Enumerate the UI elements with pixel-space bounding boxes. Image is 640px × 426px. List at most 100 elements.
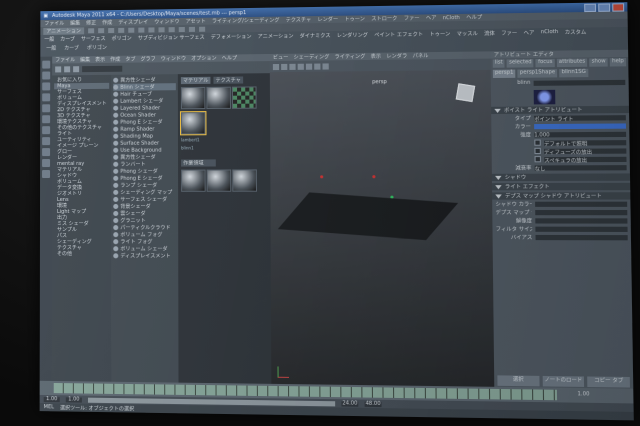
checkbox[interactable] (534, 156, 542, 163)
swatch-blinn[interactable] (206, 86, 231, 110)
ae-menu-tab[interactable]: attributes (556, 58, 588, 68)
menu-item[interactable]: ディスプレイ (118, 19, 148, 26)
menu-item[interactable]: レンダー (317, 16, 338, 23)
render-settings-icon[interactable] (198, 26, 205, 32)
layout-four-icon[interactable] (42, 159, 51, 168)
range-end-field[interactable]: 48.00 (364, 400, 382, 407)
smooth-shade-icon[interactable] (289, 63, 296, 70)
work-area-tab[interactable]: 作業領域 (181, 159, 216, 167)
menu-item[interactable]: 編集 (70, 20, 80, 27)
playback-end-field[interactable]: 24.00 (341, 400, 359, 407)
shelf-tab[interactable]: カスタム (565, 28, 587, 35)
shelf-tab[interactable]: マッスル (457, 30, 478, 37)
point-light-marker[interactable] (372, 175, 376, 179)
work-node[interactable] (206, 169, 232, 192)
shadows-icon[interactable] (314, 63, 321, 70)
copy-tab-button[interactable]: コピー タブ (587, 376, 630, 388)
shelf-item[interactable]: カーブ (64, 44, 79, 51)
node-name-field[interactable] (533, 79, 626, 86)
menu-item[interactable]: ファー (404, 15, 420, 22)
shelf-tab[interactable]: ペイント エフェクト (374, 30, 423, 38)
shelf-tab[interactable]: デフォメーション (211, 33, 252, 41)
load-attributes-button[interactable]: ノートのロード (542, 375, 585, 387)
shelf-item[interactable]: 一般 (46, 45, 56, 52)
node-list-item[interactable]: 背景シェーダ (113, 203, 176, 210)
menu-item[interactable]: 修正 (86, 19, 96, 26)
ae-section[interactable]: デプス マップ シャドウ アトリビュート (492, 192, 631, 200)
shelf-item[interactable]: ポリゴン (87, 44, 107, 51)
swatch-lambert[interactable] (180, 86, 206, 110)
clear-graph-icon[interactable] (73, 66, 80, 73)
menu-item[interactable]: ヘア (426, 14, 437, 21)
ae-menu-tab[interactable]: show (589, 58, 608, 67)
ae-section[interactable]: ライト エフェクト (491, 182, 631, 191)
ae-node-tab[interactable]: blinn1SG (559, 68, 589, 78)
shelf-tab[interactable]: カーブ (60, 35, 75, 42)
shelf-tab[interactable]: レンダリング (337, 31, 368, 38)
node-list-item[interactable]: グラニット (113, 217, 176, 224)
ae-attribute-field[interactable] (535, 226, 628, 232)
shelf-tab[interactable]: ポリゴン (112, 34, 132, 41)
ae-attribute-field[interactable] (535, 209, 628, 215)
ae-attribute-field[interactable]: ディフューズの放出 (544, 147, 627, 156)
snap-point-icon[interactable] (168, 26, 175, 32)
move-tool-icon[interactable] (42, 93, 51, 102)
checkbox[interactable] (534, 147, 541, 155)
menu-item[interactable]: ヘルプ (466, 14, 482, 21)
ae-attribute-field[interactable]: ポイント ライト (533, 114, 626, 123)
layout-outliner-icon[interactable] (42, 170, 51, 179)
ae-node-tab[interactable]: persp1 (492, 69, 516, 79)
ae-attribute-field[interactable]: なし (534, 164, 627, 172)
minimize-button[interactable] (584, 3, 597, 12)
shelf-tab[interactable]: ダイナミクス (300, 32, 331, 39)
close-button[interactable] (612, 2, 625, 12)
last-tool-icon[interactable] (42, 137, 51, 146)
shelf-tab[interactable]: ファー (501, 29, 517, 36)
select-hierarchy-icon[interactable] (118, 27, 125, 33)
mode-selector[interactable]: アニメーション (43, 26, 84, 35)
wireframe-icon[interactable] (281, 63, 288, 70)
maximize-button[interactable] (598, 2, 611, 12)
paint-select-icon[interactable] (42, 82, 51, 91)
rotate-tool-icon[interactable] (42, 104, 51, 113)
menu-item[interactable]: ライティング/シェーディング (212, 17, 280, 25)
menu-item[interactable]: トゥーン (344, 15, 365, 22)
render-icon[interactable] (178, 26, 185, 32)
ae-attribute-field[interactable] (535, 201, 628, 207)
select-object-icon[interactable] (128, 27, 135, 33)
menu-item[interactable]: ファイル (44, 20, 64, 27)
menu-item[interactable]: nCloth (443, 14, 460, 20)
work-node[interactable] (232, 169, 257, 192)
node-list-item[interactable]: ディスプレイスメント (113, 252, 176, 260)
lasso-tool-icon[interactable] (42, 71, 51, 80)
ae-menu-tab[interactable]: list (492, 59, 505, 68)
select-button[interactable]: 選択 (497, 375, 540, 387)
shelf-tab[interactable]: アニメーション (258, 32, 294, 40)
ae-attribute-field[interactable] (535, 234, 628, 240)
menu-item[interactable]: ウィンドウ (154, 18, 179, 25)
mel-label[interactable]: MEL (44, 404, 54, 410)
scale-tool-icon[interactable] (42, 115, 51, 124)
swatch-selected[interactable] (179, 111, 207, 136)
hypershade-search-input[interactable] (82, 65, 123, 73)
checkbox[interactable] (534, 139, 541, 146)
ae-attribute-field[interactable]: 1.000 (534, 131, 627, 138)
shelf-tab[interactable]: ヘア (524, 29, 535, 36)
node-list-item[interactable]: シェーディング マップ (113, 189, 176, 196)
perspective-viewport[interactable]: ビュー シェーディング ライティング 表示 レンダラ パネル persp (269, 51, 495, 387)
graph-icon[interactable] (55, 66, 62, 73)
current-frame[interactable]: 1.00 (577, 391, 589, 397)
ae-section[interactable]: シャドウ (491, 173, 631, 182)
ae-attribute-field[interactable]: スペキュラの放出 (544, 156, 627, 164)
manipulator-icon[interactable] (42, 126, 51, 135)
ae-attribute-field[interactable] (535, 217, 628, 224)
input-output-icon[interactable] (64, 66, 71, 73)
shelf-tab[interactable]: サーフェス (81, 35, 106, 42)
new-scene-icon[interactable] (87, 27, 94, 33)
swatch-checker[interactable] (231, 86, 257, 109)
ae-menu-tab[interactable]: help (609, 58, 627, 67)
lights-icon[interactable] (305, 63, 313, 70)
viewport-scene[interactable]: persp (269, 69, 495, 387)
open-scene-icon[interactable] (97, 27, 104, 33)
tab-materials[interactable]: マテリアル (180, 76, 211, 85)
